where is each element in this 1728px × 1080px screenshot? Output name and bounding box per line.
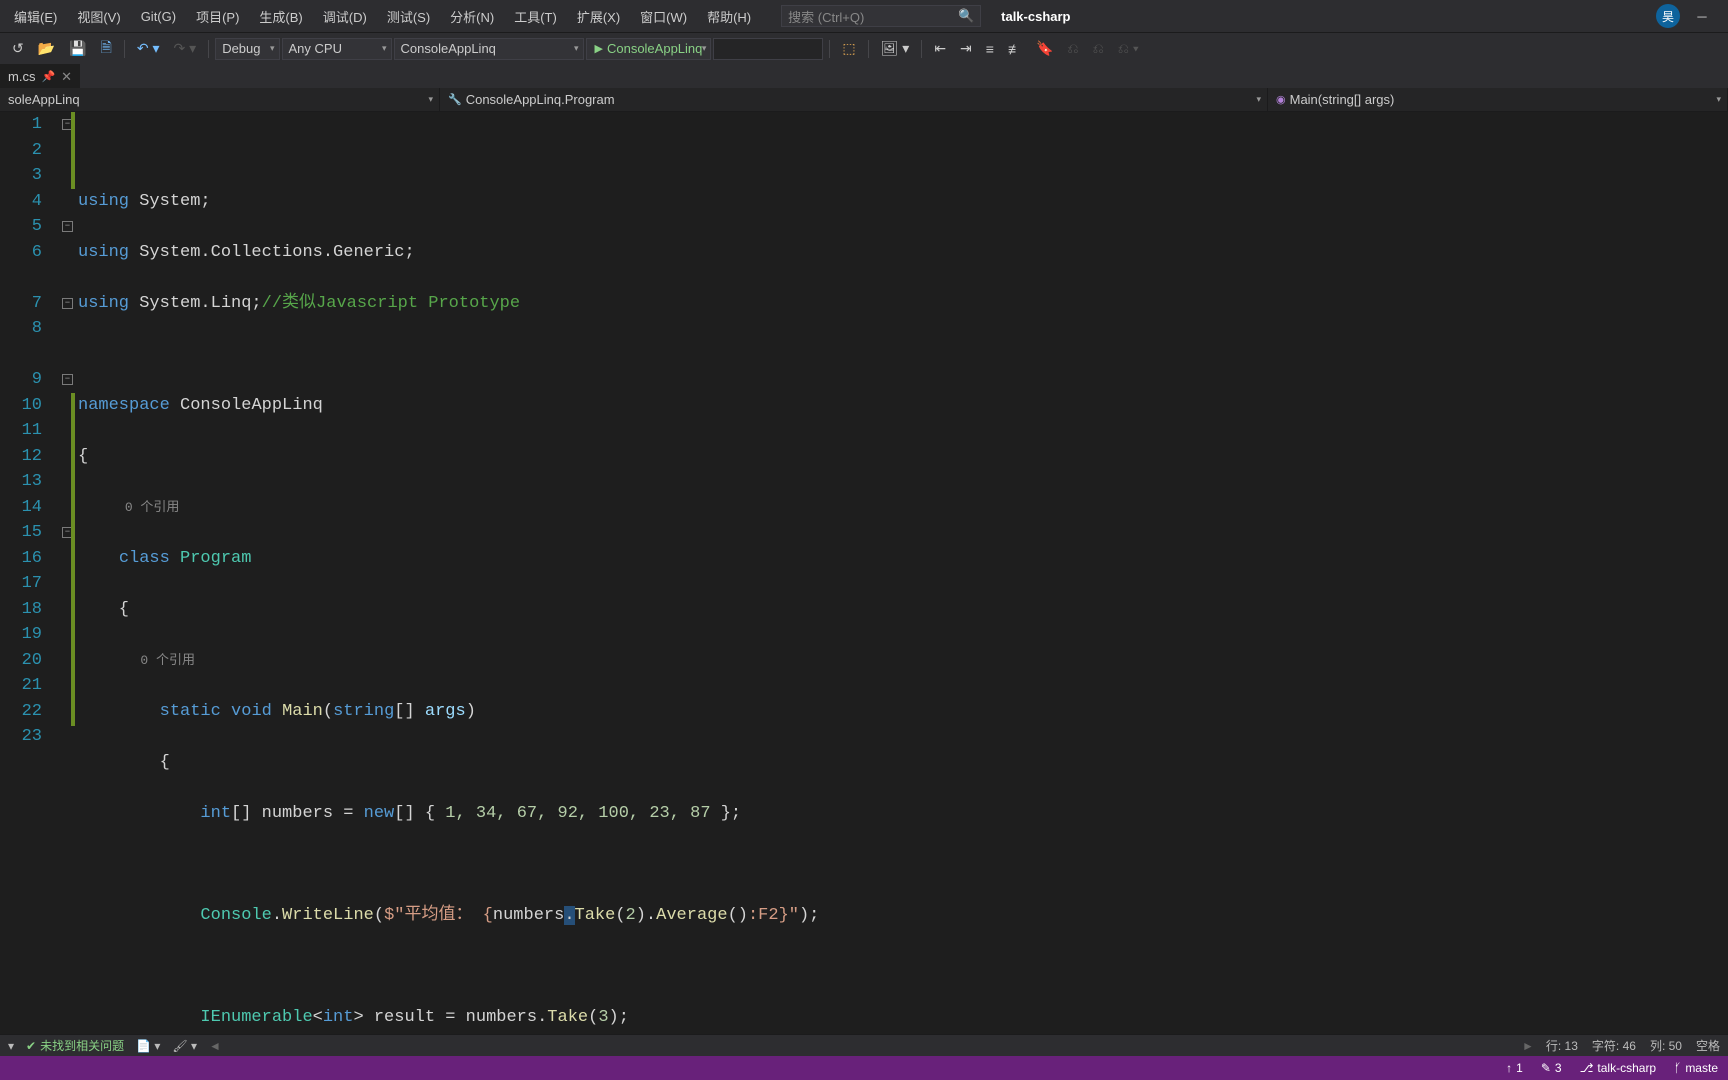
indent-icon[interactable]: ⇥ [954,37,978,60]
line-number-gutter: 1234 56 78 9101112 13141516 17181920 212… [0,112,60,1034]
save-all-icon[interactable]: 🗎 [95,34,118,64]
git-branch[interactable]: ᚶ maste [1674,1061,1718,1075]
bookmark-icon[interactable]: 🔖 [1030,37,1059,60]
menu-debug[interactable]: 调试(D) [313,1,377,32]
uncomment-icon[interactable]: ≢ [1002,38,1028,60]
code-editor[interactable]: 1234 56 78 9101112 13141516 17181920 212… [0,112,1728,1034]
menu-analyze[interactable]: 分析(N) [440,1,504,32]
menu-tools[interactable]: 工具(T) [504,1,567,32]
search-input[interactable]: 搜索 (Ctrl+Q) 🔍 [781,5,981,27]
nav-project-label: soleAppLinq [8,92,80,107]
fold-column[interactable]: − − − − − [60,112,78,1034]
git-incoming[interactable]: ✎ 3 [1541,1061,1562,1075]
codelens-references[interactable]: 0 个引用 [140,653,195,668]
disabled-icon: ⎌ ▾ [1112,37,1145,60]
solution-name: talk-csharp [1001,9,1070,24]
menu-help[interactable]: 帮助(H) [697,1,761,32]
pin-icon[interactable]: 📌 [41,70,55,83]
string-literal: 平均值： [404,906,472,925]
menu-ext[interactable]: 扩展(X) [567,1,630,32]
comment-icon[interactable]: ≡ [980,38,1000,60]
filter-icon[interactable]: 📄 ▾ [136,1039,160,1053]
avatar[interactable]: 昊 [1656,4,1680,28]
separator [124,40,125,58]
minimize-button[interactable]: ─ [1680,3,1724,30]
step-icon[interactable]: ⬚ [836,37,861,60]
redo-icon[interactable]: ↷ ▾ [168,37,203,60]
undo-icon[interactable]: ↶ ▾ [131,37,166,60]
codelens-references[interactable]: 0 个引用 [125,500,180,515]
brush-icon[interactable]: 🖌 ▾ [172,1039,197,1053]
method-icon: ◉ [1276,93,1286,106]
run-button[interactable]: ConsoleAppLinq [586,38,712,60]
issues-status[interactable]: 未找到相关问题 [26,1037,124,1054]
git-repo[interactable]: ⎇ talk-csharp [1580,1061,1657,1075]
config-dropdown[interactable]: Debug [215,38,279,60]
git-outgoing[interactable]: ↑ 1 [1506,1061,1523,1075]
menu-git[interactable]: Git(G) [131,3,186,30]
file-tab-active[interactable]: m.cs 📌 ✕ [0,64,80,88]
nav-class-dropdown[interactable]: 🔧 ConsoleAppLinq.Program [440,88,1268,111]
back-icon[interactable]: ↺ [6,37,30,60]
separator [921,40,922,58]
search-icon: 🔍 [958,8,974,24]
caret-char: 字符: 46 [1592,1037,1636,1054]
change-marker [71,393,75,726]
class-icon: 🔧 [448,93,462,106]
menu-project[interactable]: 项目(P) [186,1,249,32]
nav-bar: soleAppLinq 🔧 ConsoleAppLinq.Program ◉ M… [0,88,1728,112]
main-toolbar: ↺ 📂 💾 🗎 ↶ ▾ ↷ ▾ Debug Any CPU ConsoleApp… [0,32,1728,64]
search-placeholder: 搜索 (Ctrl+Q) [788,7,864,26]
array-literal: 1, 34, 67, 92, 100, 23, 87 [445,804,710,823]
separator [868,40,869,58]
indent-mode[interactable]: 空格 [1696,1037,1720,1054]
nav-project-dropdown[interactable]: soleAppLinq [0,88,440,111]
nav-class-label: ConsoleAppLinq.Program [466,92,615,107]
chevron-down-icon[interactable]: ▾ [8,1039,14,1053]
tab-label: m.cs [8,69,35,84]
tab-bar: m.cs 📌 ✕ [0,64,1728,88]
platform-dropdown[interactable]: Any CPU [282,38,392,60]
project-dropdown[interactable]: ConsoleAppLinq [394,38,584,60]
nav-method-dropdown[interactable]: ◉ Main(string[] args) [1268,88,1728,111]
error-list-bar: ▾ 未找到相关问题 📄 ▾ 🖌 ▾ ◄ ► 行: 13 字符: 46 列: 50… [0,1034,1728,1056]
outdent-icon[interactable]: ⇤ [928,37,952,60]
separator [208,40,209,58]
save-icon[interactable]: 💾 [63,37,92,60]
separator [829,40,830,58]
fold-toggle[interactable]: − [62,221,73,232]
menu-edit[interactable]: 编辑(E) [4,1,67,32]
menu-view[interactable]: 视图(V) [67,1,130,32]
empty-textbox[interactable] [713,38,823,60]
code-area[interactable]: using System; using System.Collections.G… [78,112,1728,1034]
fold-toggle[interactable]: − [62,298,73,309]
change-marker [71,112,75,189]
menu-bar: 编辑(E) 视图(V) Git(G) 项目(P) 生成(B) 调试(D) 测试(… [0,0,1728,32]
open-icon[interactable]: 📂 [32,37,61,60]
menu-test[interactable]: 测试(S) [377,1,440,32]
comment: //类似Javascript Prototype [262,294,520,313]
disabled-icon: ⎌ [1087,37,1110,60]
status-bar: ↑ 1 ✎ 3 ⎇ talk-csharp ᚶ maste [0,1056,1728,1080]
nav-method-label: Main(string[] args) [1290,92,1395,107]
pic-icon[interactable]: 🖼 ▾ [875,37,916,60]
menu-window[interactable]: 窗口(W) [630,1,697,32]
fold-toggle[interactable]: − [62,374,73,385]
menu-build[interactable]: 生成(B) [249,1,312,32]
caret-col: 列: 50 [1650,1037,1682,1054]
close-icon[interactable]: ✕ [61,69,72,85]
disabled-icon: ⎌ [1061,37,1084,60]
caret-line: 行: 13 [1546,1037,1578,1054]
